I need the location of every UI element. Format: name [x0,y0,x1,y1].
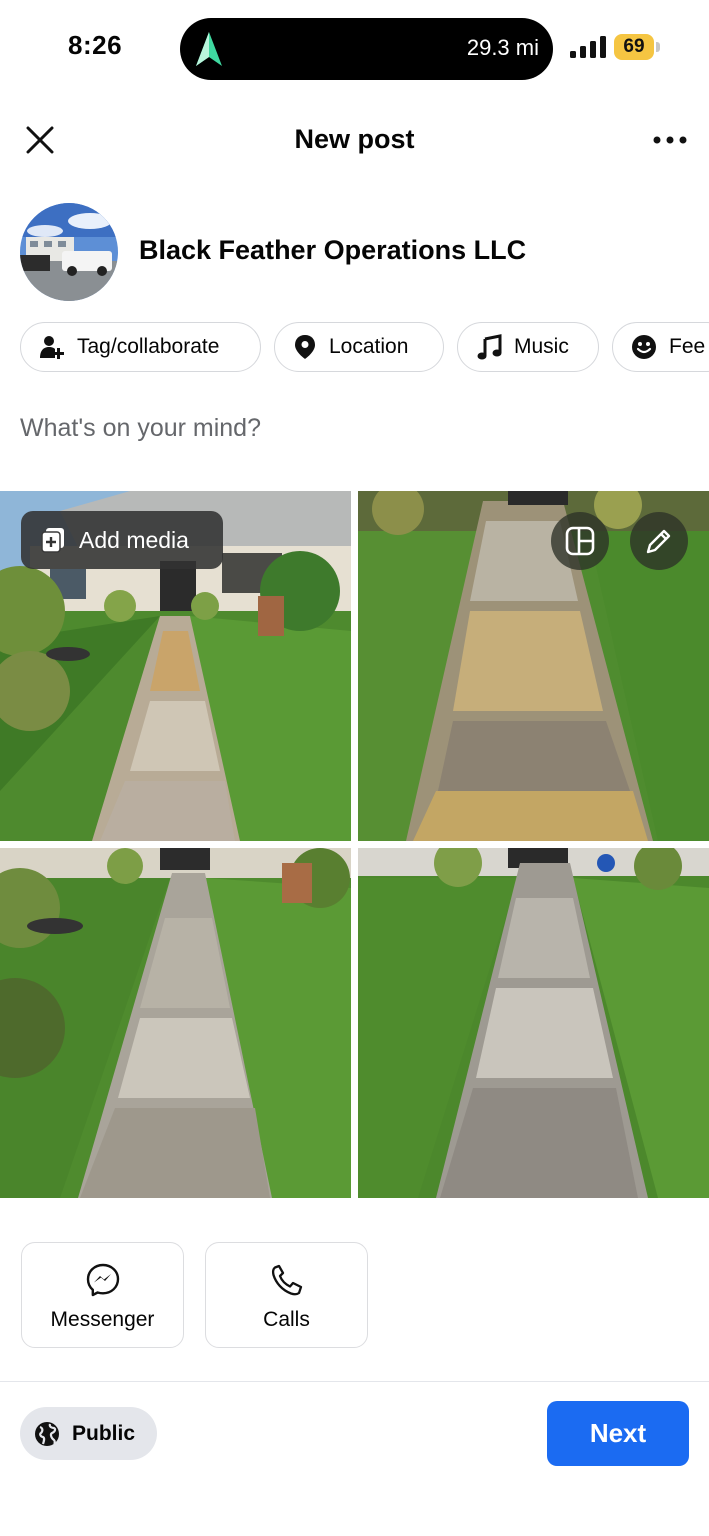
chip-label: Tag/collaborate [77,335,220,358]
calls-option[interactable]: Calls [205,1242,368,1348]
dynamic-island[interactable]: 29.3 mi [180,18,553,80]
edit-pencil-icon [646,529,671,554]
phone-icon [271,1264,302,1296]
feeling-icon [632,335,656,359]
audience-selector[interactable]: Public [20,1407,157,1460]
page-name: Black Feather Operations LLC [139,235,527,265]
chip-label: Fee [669,335,706,358]
tag-person-icon [40,336,64,359]
add-media-button[interactable]: Add media [21,511,223,569]
post-text-input[interactable]: What's on your mind? [20,414,261,443]
status-time: 8:26 [68,30,123,60]
add-media-icon [41,528,64,553]
messenger-option[interactable]: Messenger [21,1242,184,1348]
photo-4[interactable] [358,848,709,1198]
messenger-icon [86,1263,119,1297]
music-chip[interactable]: Music [457,322,599,372]
globe-icon [35,1421,59,1446]
chip-label: Music [514,335,569,358]
battery-tip [656,42,660,52]
avatar[interactable] [20,203,118,301]
photo-3[interactable] [0,848,351,1198]
footer-divider [0,1381,709,1382]
navigation-distance: 29.3 mi [466,35,539,60]
navigation-arrow-icon [196,32,222,66]
page-title: New post [294,124,415,154]
music-note-icon [477,334,502,360]
location-chip[interactable]: Location [274,322,444,372]
calls-label: Calls [263,1308,310,1331]
layout-icon [565,526,595,556]
next-button[interactable]: Next [547,1401,689,1466]
feeling-chip[interactable]: Fee [612,322,709,372]
layout-button[interactable] [551,512,609,570]
add-media-label: Add media [79,526,189,553]
chip-label: Location [329,335,409,358]
battery-icon: 69 [614,34,654,60]
more-icon[interactable] [650,130,690,150]
edit-button[interactable] [630,512,688,570]
tag-collaborate-chip[interactable]: Tag/collaborate [20,322,261,372]
messenger-label: Messenger [50,1308,155,1331]
location-pin-icon [295,335,315,359]
cellular-signal-icon [570,36,606,58]
audience-label: Public [72,1421,136,1445]
